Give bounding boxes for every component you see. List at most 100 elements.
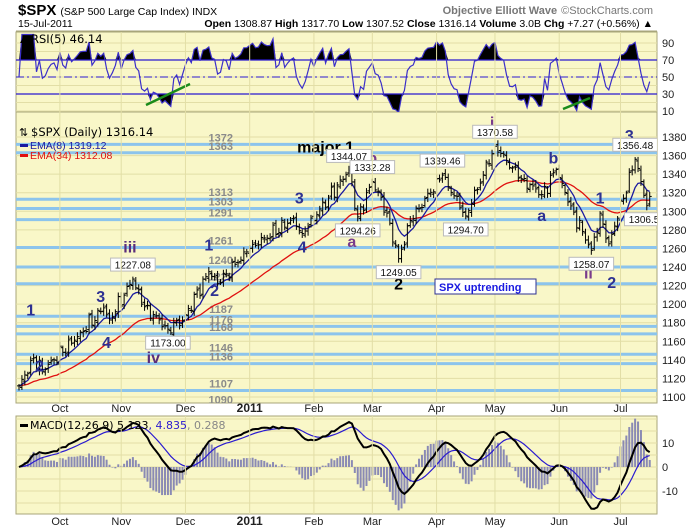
macd-label: MACD(12,26,9) 5.123, 4.835, 0.288: [30, 419, 226, 432]
macd-histogram-bar: [295, 467, 298, 471]
macd-histogram-bar: [181, 467, 184, 480]
month-label: May: [485, 516, 506, 528]
price-tick-label: 1320: [662, 188, 686, 200]
price-tick-label: 1220: [662, 281, 686, 293]
price-label: 1258.07: [573, 260, 610, 271]
macd-histogram-bar: [239, 459, 242, 467]
macd-histogram-bar: [67, 456, 70, 467]
macd-histogram-bar: [158, 467, 161, 493]
price-label: 1249.05: [381, 268, 418, 279]
month-label: Dec: [176, 403, 196, 415]
macd-histogram-bar: [385, 467, 388, 487]
macd-histogram-bar: [318, 467, 321, 470]
month-label: Oct: [51, 516, 68, 528]
price-tick-label: 1240: [662, 262, 686, 274]
macd-histogram-bar: [374, 467, 377, 475]
price-tick-label: 1340: [662, 169, 686, 181]
note-text: SPX uptrending: [439, 282, 522, 294]
macd-histogram-bar: [128, 458, 131, 467]
macd-histogram-bar: [304, 467, 307, 480]
macd-histogram-bar: [41, 457, 44, 467]
macd-histogram-bar: [622, 440, 625, 467]
price-tick-label: 1120: [662, 373, 686, 385]
price-tick-label: 1260: [662, 243, 686, 255]
macd-histogram-bar: [137, 463, 140, 467]
macd-histogram-bar: [587, 467, 590, 498]
macd-histogram-bar: [99, 455, 102, 467]
rsi-tick-label: 70: [662, 55, 674, 67]
macd-histogram-bar: [263, 460, 266, 467]
macd-histogram-bar: [502, 449, 505, 467]
month-label: Nov: [111, 516, 131, 528]
price-tick-label: 1300: [662, 206, 686, 218]
macd-histogram-bar: [412, 467, 415, 474]
macd-histogram-bar: [418, 458, 421, 467]
macd-histogram-bar: [47, 460, 50, 467]
macd-histogram-bar: [242, 458, 245, 467]
wave-label: 2: [210, 283, 219, 300]
macd-histogram-bar: [403, 467, 406, 504]
wave-label: 1: [26, 303, 35, 320]
quote-summary: Open 1308.87 High 1317.70 Low 1307.52 Cl…: [204, 18, 653, 30]
macd-histogram-bar: [175, 467, 178, 486]
price-tick-label: 1280: [662, 225, 686, 237]
index-name: (S&P 500 Large Cap Index) INDX: [60, 6, 217, 18]
macd-histogram-bar: [648, 459, 651, 467]
macd-histogram-bar: [149, 467, 152, 489]
macd-histogram-bar: [105, 459, 108, 467]
macd-histogram-bar: [70, 456, 73, 467]
macd-histogram-bar: [467, 467, 470, 485]
macd-histogram-bar: [599, 467, 602, 473]
macd-histogram-bar: [91, 455, 93, 467]
macd-histogram-bar: [602, 467, 604, 468]
macd-histogram-bar: [96, 455, 99, 467]
macd-histogram-bar: [76, 456, 79, 467]
macd-histogram-bar: [476, 467, 479, 470]
macd-tick-label: 0: [662, 462, 668, 474]
svg-text:Objective Elliott Wave©StockCh: Objective Elliott Wave ©StockCharts.com: [443, 5, 653, 17]
macd-histogram-bar: [222, 457, 225, 467]
macd-histogram-bar: [73, 456, 76, 467]
macd-histogram-bar: [613, 462, 616, 467]
macd-histogram-bar: [55, 461, 58, 467]
macd-histogram-bar: [210, 444, 213, 467]
rsi-legend: RSI(5) 46.14: [20, 32, 103, 46]
macd-histogram-bar: [114, 467, 117, 469]
macd-histogram-bar: [520, 467, 523, 482]
price-tick-label: 1140: [662, 355, 686, 367]
macd-histogram-bar: [584, 467, 587, 497]
macd-histogram-bar: [383, 467, 385, 484]
macd-histogram-bar: [415, 464, 418, 467]
svg-text:$SPX(S&P 500 Large Cap Index): $SPX (S&P 500 Large Cap Index) INDX: [18, 2, 217, 19]
month-label: Oct: [51, 403, 68, 415]
wave-label: 3: [295, 190, 304, 207]
macd-histogram-bar: [523, 467, 526, 484]
symbol: $SPX: [18, 2, 56, 19]
macd-histogram-bar: [64, 459, 67, 467]
wave-label: iii: [123, 240, 136, 257]
wave-label: 2: [35, 358, 44, 375]
macd-histogram-bar: [327, 463, 330, 467]
macd-histogram-bar: [79, 455, 82, 467]
macd-histogram-bar: [420, 454, 423, 467]
price-tick-label: 1180: [662, 318, 686, 330]
price-label: 1173.00: [150, 339, 186, 350]
macd-histogram-bar: [283, 466, 286, 467]
wave-label: a: [537, 208, 546, 225]
macd-histogram-bar: [531, 467, 534, 489]
price-label: 1339.46: [424, 157, 461, 168]
macd-histogram-bar: [350, 460, 353, 467]
price-tick-label: 1200: [662, 299, 686, 311]
rsi-tick-label: 30: [662, 89, 674, 101]
macd-histogram-bar: [464, 467, 467, 484]
macd-histogram-bar: [514, 467, 517, 472]
macd-histogram-bar: [228, 461, 231, 467]
macd-histogram-bar: [324, 465, 327, 467]
macd-histogram-bar: [380, 467, 383, 478]
rsi-tick-label: 50: [662, 72, 674, 84]
macd-histogram-bar: [491, 444, 494, 467]
macd-histogram-bar: [280, 464, 283, 467]
month-label: Jul: [613, 403, 627, 415]
macd-histogram-bar: [178, 467, 181, 484]
month-label: 2011: [237, 514, 263, 528]
